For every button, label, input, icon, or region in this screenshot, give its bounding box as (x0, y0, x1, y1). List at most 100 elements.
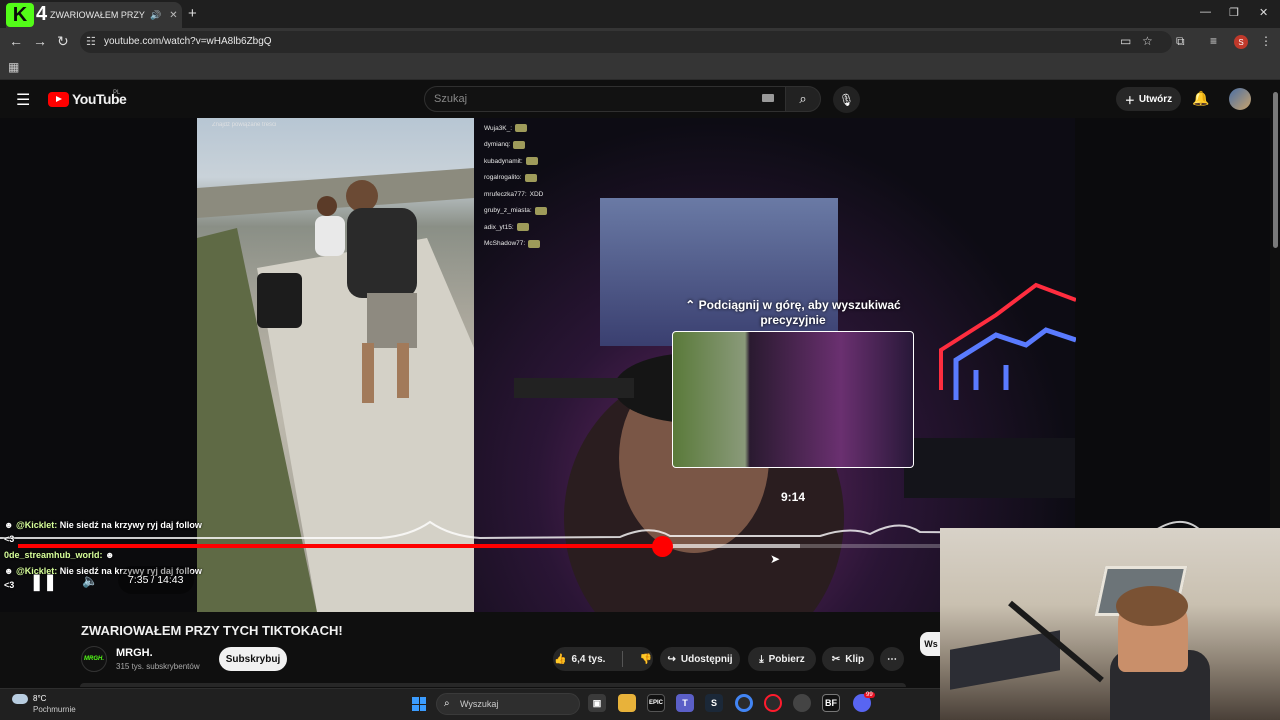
tab-title: ZWARIOWAŁEM PRZY TYCH (50, 10, 146, 20)
search-button[interactable]: ⌕ (785, 86, 821, 112)
back-button[interactable]: ← (9, 33, 23, 49)
share-icon: ↪ (667, 653, 676, 665)
search-box[interactable] (424, 86, 786, 112)
reload-button[interactable]: ↻ (57, 33, 69, 50)
close-window-button[interactable]: ✕ (1259, 6, 1268, 19)
task-view-icon[interactable]: ▣ (588, 694, 606, 712)
opera-icon[interactable] (764, 694, 782, 712)
emote-icon (534, 206, 547, 215)
chat-username: gruby_z_miasta: (484, 207, 532, 215)
browser-menu-icon[interactable]: ⋮ (1260, 34, 1272, 48)
search-icon: ⌕ (799, 91, 807, 106)
download-icon: ⤓ (759, 653, 764, 665)
hamburger-menu-icon[interactable]: ☰ (16, 90, 30, 110)
progress-played (18, 544, 662, 548)
side-panel-button[interactable]: Ws (920, 632, 942, 656)
share-label: Udostępnij (680, 653, 733, 665)
ellipsis-icon: ⋯ (887, 653, 897, 665)
site-info-icon[interactable]: ☷ (86, 35, 96, 48)
notifications-bell-icon[interactable]: 🔔 (1192, 90, 1209, 107)
description-box[interactable] (80, 683, 906, 687)
channel-avatar[interactable]: MRGH. (81, 646, 107, 672)
cloud-icon[interactable] (12, 694, 28, 704)
teams-icon[interactable]: T (676, 694, 694, 712)
steam-icon[interactable]: S (705, 694, 723, 712)
minimize-button[interactable]: — (1200, 6, 1211, 18)
microphone-icon: 🎙 (838, 92, 855, 107)
subscribe-button[interactable]: Subskrybuj (219, 647, 287, 671)
chat-username: adix_yt15: (484, 223, 514, 231)
search-icon: ⌕ (444, 698, 450, 709)
volume-icon[interactable]: 🔈 (82, 573, 98, 589)
chat-username: kubadynamit: (484, 157, 523, 165)
mouse-cursor-icon: ➤ (770, 552, 781, 566)
emote-icon (515, 124, 528, 133)
chrome-icon[interactable] (735, 694, 753, 712)
cast-icon[interactable]: ▭ (1120, 34, 1131, 48)
like-button[interactable]: 👍 6,4 tys. 👎 (553, 647, 653, 671)
chat-username: McShadow77: (484, 240, 526, 248)
scrubber-handle[interactable] (652, 536, 673, 557)
obs-icon[interactable] (793, 694, 811, 712)
clip-label: Klip (845, 653, 865, 665)
download-button[interactable]: ⤓ Pobierz (748, 647, 816, 671)
new-tab-button[interactable]: + (188, 5, 197, 22)
weather-description[interactable]: Pochmurnie (33, 705, 76, 714)
kick-tab-icon: K4 (6, 3, 47, 27)
seek-hint: ⌃ Podciągnij w górę, aby wyszukiwać prec… (685, 298, 901, 327)
file-explorer-icon[interactable] (618, 694, 636, 712)
chat-line: Wuja3K_: (484, 120, 604, 137)
kick-chat-suffix: <3 (4, 580, 15, 590)
preview-time: 9:14 (780, 490, 806, 504)
create-button[interactable]: ＋ Utwórz (1116, 87, 1181, 111)
subscriber-count: 315 tys. subskrybentów (116, 662, 200, 671)
emote-icon (516, 223, 529, 232)
search-input[interactable]: Szukaj (434, 93, 467, 105)
clip-button[interactable]: ✂ Klip (822, 647, 874, 671)
keyboard-icon[interactable] (762, 94, 774, 102)
taskbar-search[interactable] (436, 693, 580, 715)
emote-icon (525, 157, 538, 166)
bookmark-star-icon[interactable]: ☆ (1142, 34, 1153, 48)
url-text[interactable]: youtube.com/watch?v=wHA8lb6ZbgQ (104, 36, 272, 47)
browser-tab[interactable]: K4 ZWARIOWAŁEM PRZY TYCH 🔊 ✕ (6, 2, 182, 28)
time-display: 7:35 / 14:43 (128, 574, 184, 586)
user-avatar[interactable] (1229, 88, 1251, 110)
battlefront-icon[interactable]: BF (822, 694, 840, 712)
emote-icon (513, 140, 526, 149)
channel-name[interactable]: MRGH. (116, 647, 153, 659)
chat-username: rogalrogalito: (484, 174, 522, 182)
profile-avatar[interactable]: S (1234, 35, 1248, 49)
chat-message: XDD (529, 190, 544, 198)
chat-line: gruby_z_miasta: (484, 203, 604, 220)
chat-line: mrufeczka777: XDD (484, 186, 604, 203)
pause-button[interactable]: ❚❚ (30, 572, 57, 592)
emote-icon (524, 173, 537, 182)
thumbs-up-icon: 👍 (554, 653, 567, 665)
share-button[interactable]: ↪ Udostępnij (660, 647, 740, 671)
thumbs-down-icon[interactable]: 👎 (639, 654, 651, 665)
chat-line: dymianq: (484, 137, 604, 154)
progress-buffered (662, 544, 800, 548)
apps-grid-icon[interactable]: ▦ (8, 60, 19, 74)
youtube-logo-icon[interactable] (48, 92, 69, 107)
close-tab-icon[interactable]: ✕ (169, 10, 177, 21)
more-actions-button[interactable]: ⋯ (880, 647, 904, 671)
maximize-button[interactable]: ❐ (1229, 6, 1239, 19)
audio-playing-icon[interactable]: 🔊 (150, 10, 161, 21)
like-count: 6,4 tys. (571, 653, 606, 665)
epic-games-icon[interactable]: EPIC (647, 694, 665, 712)
chat-username: dymianq: (484, 141, 511, 149)
tiktok-search-hint: Znajdź powiązane treści (212, 122, 277, 128)
voice-search-button[interactable]: 🎙 (833, 86, 860, 113)
forward-button[interactable]: → (33, 33, 47, 49)
extensions-icon[interactable]: ⧉ (1176, 34, 1185, 49)
video-title: ZWARIOWAŁEM PRZY TYCH TIKTOKACH! (81, 623, 343, 638)
chat-username: Wuja3K_: (484, 124, 513, 132)
taskbar-search-input[interactable]: Wyszukaj (460, 699, 498, 709)
scrollbar-thumb[interactable] (1273, 92, 1278, 248)
kick-chat-message: ☻ @Kicklet: Nie siedź na krzywy ryj daj … (4, 520, 202, 530)
media-control-icon[interactable]: ≡ (1210, 34, 1217, 48)
weather-temperature[interactable]: 8°C (33, 694, 46, 703)
windows-start-icon[interactable] (412, 697, 426, 711)
